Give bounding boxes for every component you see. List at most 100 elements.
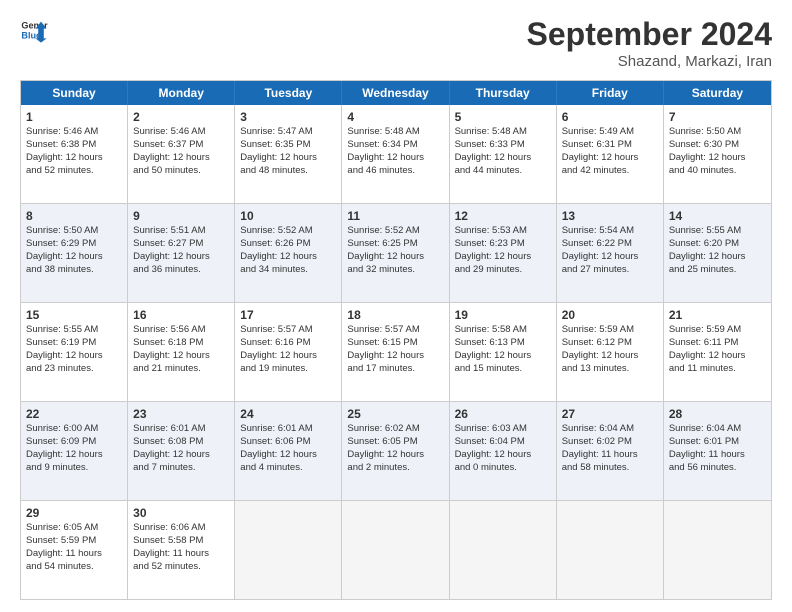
header-thursday: Thursday xyxy=(450,81,557,105)
day-info-line: Daylight: 12 hours xyxy=(562,251,658,264)
day-info-line: Daylight: 11 hours xyxy=(669,449,766,462)
day-info-line: Daylight: 12 hours xyxy=(133,350,229,363)
day-info-line: Sunset: 6:09 PM xyxy=(26,436,122,449)
day-info-line: Sunrise: 5:54 AM xyxy=(562,225,658,238)
day-info-line: and 11 minutes. xyxy=(669,363,766,376)
day-info-line: Sunset: 6:16 PM xyxy=(240,337,336,350)
calendar-day-21: 21Sunrise: 5:59 AMSunset: 6:11 PMDayligh… xyxy=(664,303,771,401)
day-info-line: and 58 minutes. xyxy=(562,462,658,475)
day-info-line: Daylight: 12 hours xyxy=(240,152,336,165)
day-info-line: Sunset: 6:20 PM xyxy=(669,238,766,251)
title-area: September 2024 Shazand, Markazi, Iran xyxy=(527,16,772,70)
header-wednesday: Wednesday xyxy=(342,81,449,105)
day-info-line: Sunrise: 6:01 AM xyxy=(240,423,336,436)
day-info-line: Daylight: 12 hours xyxy=(240,350,336,363)
day-info-line: Sunset: 6:34 PM xyxy=(347,139,443,152)
day-info-line: and 7 minutes. xyxy=(133,462,229,475)
day-info-line: Sunset: 6:11 PM xyxy=(669,337,766,350)
day-number: 8 xyxy=(26,208,122,224)
calendar-day-8: 8Sunrise: 5:50 AMSunset: 6:29 PMDaylight… xyxy=(21,204,128,302)
day-info-line: and 2 minutes. xyxy=(347,462,443,475)
day-info-line: Sunset: 6:13 PM xyxy=(455,337,551,350)
day-info-line: Sunrise: 6:04 AM xyxy=(669,423,766,436)
header-friday: Friday xyxy=(557,81,664,105)
day-info-line: and 9 minutes. xyxy=(26,462,122,475)
day-info-line: Daylight: 11 hours xyxy=(133,548,229,561)
day-info-line: Sunrise: 6:04 AM xyxy=(562,423,658,436)
day-info-line: Sunrise: 5:52 AM xyxy=(347,225,443,238)
day-number: 3 xyxy=(240,109,336,125)
calendar-week-4: 22Sunrise: 6:00 AMSunset: 6:09 PMDayligh… xyxy=(21,402,771,501)
day-number: 9 xyxy=(133,208,229,224)
day-info-line: Daylight: 12 hours xyxy=(562,350,658,363)
day-info-line: Sunrise: 6:00 AM xyxy=(26,423,122,436)
day-info-line: Sunrise: 5:50 AM xyxy=(26,225,122,238)
day-info-line: Sunset: 6:33 PM xyxy=(455,139,551,152)
calendar-day-2: 2Sunrise: 5:46 AMSunset: 6:37 PMDaylight… xyxy=(128,105,235,203)
day-number: 18 xyxy=(347,307,443,323)
calendar-day-27: 27Sunrise: 6:04 AMSunset: 6:02 PMDayligh… xyxy=(557,402,664,500)
day-info-line: Sunrise: 6:02 AM xyxy=(347,423,443,436)
day-info-line: Daylight: 12 hours xyxy=(455,251,551,264)
calendar-day-20: 20Sunrise: 5:59 AMSunset: 6:12 PMDayligh… xyxy=(557,303,664,401)
day-info-line: Sunrise: 5:55 AM xyxy=(26,324,122,337)
calendar-day-3: 3Sunrise: 5:47 AMSunset: 6:35 PMDaylight… xyxy=(235,105,342,203)
day-info-line: Daylight: 12 hours xyxy=(26,251,122,264)
calendar-day-4: 4Sunrise: 5:48 AMSunset: 6:34 PMDaylight… xyxy=(342,105,449,203)
calendar-day-9: 9Sunrise: 5:51 AMSunset: 6:27 PMDaylight… xyxy=(128,204,235,302)
calendar-day-1: 1Sunrise: 5:46 AMSunset: 6:38 PMDaylight… xyxy=(21,105,128,203)
day-info-line: and 27 minutes. xyxy=(562,264,658,277)
day-info-line: Sunrise: 6:01 AM xyxy=(133,423,229,436)
day-info-line: Sunset: 6:04 PM xyxy=(455,436,551,449)
day-info-line: Daylight: 12 hours xyxy=(669,251,766,264)
day-info-line: Sunset: 6:22 PM xyxy=(562,238,658,251)
day-number: 28 xyxy=(669,406,766,422)
day-number: 12 xyxy=(455,208,551,224)
calendar-day-15: 15Sunrise: 5:55 AMSunset: 6:19 PMDayligh… xyxy=(21,303,128,401)
day-info-line: and 54 minutes. xyxy=(26,561,122,574)
day-info-line: Sunset: 6:37 PM xyxy=(133,139,229,152)
day-info-line: Sunrise: 5:48 AM xyxy=(347,126,443,139)
day-info-line: Sunset: 6:25 PM xyxy=(347,238,443,251)
day-info-line: Daylight: 12 hours xyxy=(26,152,122,165)
day-number: 17 xyxy=(240,307,336,323)
day-info-line: Daylight: 12 hours xyxy=(347,350,443,363)
header-saturday: Saturday xyxy=(664,81,771,105)
day-info-line: Sunset: 6:26 PM xyxy=(240,238,336,251)
day-number: 7 xyxy=(669,109,766,125)
day-info-line: and 13 minutes. xyxy=(562,363,658,376)
day-number: 25 xyxy=(347,406,443,422)
calendar-empty-cell xyxy=(235,501,342,599)
day-info-line: Daylight: 12 hours xyxy=(240,251,336,264)
day-number: 14 xyxy=(669,208,766,224)
day-info-line: Daylight: 12 hours xyxy=(133,251,229,264)
calendar-day-14: 14Sunrise: 5:55 AMSunset: 6:20 PMDayligh… xyxy=(664,204,771,302)
calendar-day-28: 28Sunrise: 6:04 AMSunset: 6:01 PMDayligh… xyxy=(664,402,771,500)
day-info-line: Daylight: 12 hours xyxy=(455,350,551,363)
day-info-line: Sunset: 6:23 PM xyxy=(455,238,551,251)
day-info-line: Sunrise: 5:49 AM xyxy=(562,126,658,139)
day-info-line: Sunset: 6:35 PM xyxy=(240,139,336,152)
calendar-day-25: 25Sunrise: 6:02 AMSunset: 6:05 PMDayligh… xyxy=(342,402,449,500)
day-info-line: Sunset: 6:19 PM xyxy=(26,337,122,350)
day-info-line: and 19 minutes. xyxy=(240,363,336,376)
header-sunday: Sunday xyxy=(21,81,128,105)
calendar-week-1: 1Sunrise: 5:46 AMSunset: 6:38 PMDaylight… xyxy=(21,105,771,204)
day-number: 21 xyxy=(669,307,766,323)
day-info-line: Sunrise: 5:59 AM xyxy=(669,324,766,337)
day-info-line: Sunrise: 6:06 AM xyxy=(133,522,229,535)
day-number: 30 xyxy=(133,505,229,521)
header-tuesday: Tuesday xyxy=(235,81,342,105)
calendar-day-29: 29Sunrise: 6:05 AMSunset: 5:59 PMDayligh… xyxy=(21,501,128,599)
day-info-line: Daylight: 12 hours xyxy=(455,449,551,462)
day-info-line: Daylight: 12 hours xyxy=(133,152,229,165)
day-number: 5 xyxy=(455,109,551,125)
calendar-day-6: 6Sunrise: 5:49 AMSunset: 6:31 PMDaylight… xyxy=(557,105,664,203)
calendar-empty-cell xyxy=(664,501,771,599)
day-info-line: Sunrise: 5:46 AM xyxy=(133,126,229,139)
day-info-line: Sunrise: 6:03 AM xyxy=(455,423,551,436)
day-info-line: Sunset: 6:29 PM xyxy=(26,238,122,251)
day-info-line: Sunrise: 6:05 AM xyxy=(26,522,122,535)
calendar-day-22: 22Sunrise: 6:00 AMSunset: 6:09 PMDayligh… xyxy=(21,402,128,500)
day-info-line: and 36 minutes. xyxy=(133,264,229,277)
